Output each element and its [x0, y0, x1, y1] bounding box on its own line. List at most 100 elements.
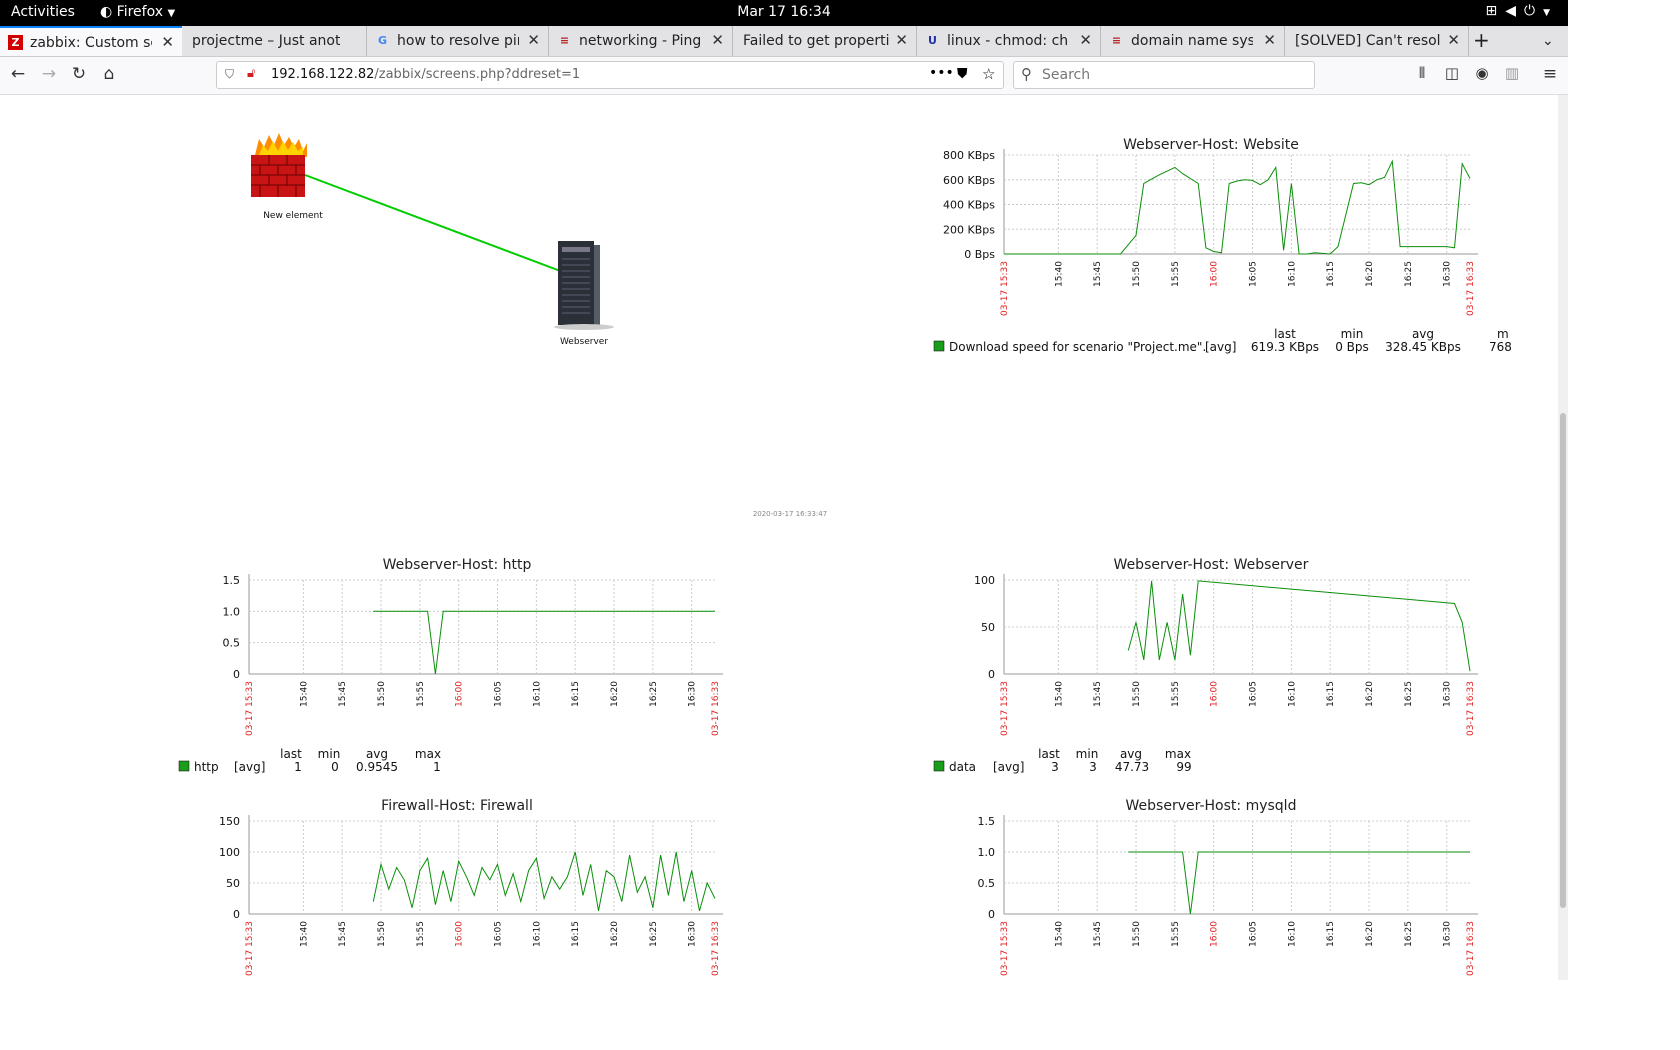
tab-solved-resolve[interactable]: [SOLVED] Can't resolve ✕ — [1285, 26, 1469, 56]
x-tick-label: 16:20 — [610, 681, 620, 707]
reader-icon[interactable]: ▥ — [1501, 64, 1523, 82]
graph-plot: 1.5 1.0 0.5 0 03-17 15:33 15:40 15:45 15:50 15:… — [223, 574, 723, 736]
x-tick-label: 15:55 — [416, 681, 426, 707]
home-button[interactable]: ⌂ — [98, 64, 120, 84]
tab-failed-properties[interactable]: Failed to get properties ✕ — [733, 26, 917, 56]
y-tick-label: 1.5 — [978, 815, 996, 828]
reload-button[interactable]: ↻ — [68, 64, 90, 84]
legend-header: min — [1341, 327, 1364, 341]
app-menu-button[interactable]: ◐ Firefox ▼ — [100, 4, 175, 20]
legend-max: 99 — [1176, 760, 1191, 774]
tab-projectme[interactable]: projectme – Just anothe — [182, 26, 367, 56]
forward-button[interactable]: → — [38, 64, 60, 84]
x-tick-label: 16:25 — [1404, 261, 1414, 287]
close-icon[interactable]: ✕ — [895, 31, 908, 49]
x-tick-label: 16:20 — [1365, 921, 1375, 947]
x-tick-label: 15:40 — [299, 921, 309, 947]
x-tick-label: 15:55 — [416, 921, 426, 947]
server-icon[interactable] — [554, 241, 614, 330]
x-tick-label: 16:30 — [1443, 921, 1453, 947]
x-tick-label: 15:45 — [338, 921, 348, 947]
legend-header: min — [318, 747, 341, 761]
scrollbar-thumb[interactable] — [1560, 413, 1566, 908]
x-tick-label: 15:40 — [299, 681, 309, 707]
back-button[interactable]: ← — [7, 64, 29, 84]
legend-func: [avg] — [234, 760, 265, 774]
y-tick-label: 0.5 — [978, 877, 996, 890]
y-tick-label: 0.5 — [223, 637, 241, 650]
pocket-icon[interactable]: ⛊ — [957, 66, 968, 82]
insecure-lock-icon[interactable]: 🔓︎ — [247, 66, 255, 81]
library-icon[interactable]: ⫴ — [1411, 64, 1433, 82]
search-icon: ⚲ — [1021, 65, 1032, 83]
x-tick-label: 03-17 15:33 — [1000, 261, 1010, 316]
series-line — [373, 610, 715, 675]
x-tick-label: 15:40 — [1054, 681, 1064, 707]
app-menu-label: Firefox — [116, 4, 164, 20]
unix-icon: U — [928, 34, 937, 47]
graph-firewall[interactable]: Firewall-Host: Firewall 150 100 50 0 03-17 … — [219, 798, 723, 976]
zabbix-icon: Z — [8, 35, 23, 50]
power-icon: ⏻ — [1524, 3, 1544, 19]
close-icon[interactable]: ✕ — [1263, 31, 1276, 49]
sidebar-icon[interactable]: ◫ — [1441, 64, 1463, 82]
graph-title: Webserver-Host: Website — [1123, 137, 1299, 153]
page-scrollbar[interactable] — [1558, 95, 1568, 980]
url-text[interactable]: 192.168.122.82/zabbix/screens.php?ddrese… — [271, 67, 580, 82]
zabbix-screen: New element Webserver Webserver-Host: We… — [178, 133, 1512, 976]
y-tick-label: 1.0 — [223, 605, 241, 618]
clock[interactable]: Mar 17 16:34 — [0, 4, 1568, 20]
close-icon[interactable]: ✕ — [527, 31, 540, 49]
new-tab-button[interactable]: + — [1473, 28, 1501, 58]
x-tick-label: 16:10 — [1287, 261, 1297, 287]
legend-header: m — [1497, 327, 1509, 341]
x-tick-label: 16:10 — [1287, 681, 1297, 707]
legend-swatch — [933, 340, 945, 352]
tab-title: networking - Ping: se — [579, 33, 701, 49]
page-actions-icon[interactable]: ••• — [929, 65, 954, 81]
x-tick-label: 16:05 — [494, 681, 504, 707]
system-status-area[interactable]: ⊞◀⏻▼ — [1485, 3, 1558, 19]
legend-header: last — [280, 747, 302, 761]
url-bar[interactable]: ⛉ 🔓︎ 192.168.122.82/zabbix/screens.php?d… — [216, 61, 1004, 89]
close-icon[interactable]: ✕ — [1079, 31, 1092, 49]
x-tick-label: 15:50 — [377, 921, 387, 947]
map-link[interactable] — [304, 174, 572, 276]
legend-header: avg — [366, 747, 388, 761]
close-icon[interactable]: ✕ — [161, 33, 174, 51]
x-tick-label: 15:45 — [1093, 681, 1103, 707]
tab-networking-ping[interactable]: ≡ networking - Ping: se ✕ — [549, 26, 733, 56]
graph-mysqld[interactable]: Webserver-Host: mysqld 1.5 1.0 0.5 0 03-17 … — [978, 798, 1479, 976]
x-tick-label: 16:10 — [532, 681, 542, 707]
legend-swatch — [933, 760, 945, 772]
menu-icon[interactable]: ≡ — [1539, 64, 1561, 84]
x-tick-label: 16:05 — [494, 921, 504, 947]
firewall-icon[interactable] — [251, 133, 307, 197]
close-icon[interactable]: ✕ — [1447, 31, 1460, 49]
x-tick-label: 16:05 — [1249, 921, 1259, 947]
tab-domain-name-system[interactable]: ≡ domain name system ✕ — [1101, 26, 1285, 56]
tab-zabbix[interactable]: Z zabbix: Custom scree ✕ — [0, 26, 182, 56]
legend-header: avg — [1412, 327, 1434, 341]
bookmark-star-icon[interactable]: ☆ — [982, 65, 995, 83]
y-tick-label: 50 — [226, 877, 240, 890]
legend-last: 619.3 KBps — [1251, 340, 1319, 354]
legend-header: last — [1038, 747, 1060, 761]
tab-google-ping[interactable]: G how to resolve ping: ✕ — [367, 26, 549, 56]
y-tick-label: 0 — [988, 668, 995, 681]
account-icon[interactable]: ◉ — [1471, 64, 1493, 82]
shield-icon[interactable]: ⛉ — [225, 67, 234, 82]
x-tick-label: 15:40 — [1054, 261, 1064, 287]
graph-webserver[interactable]: Webserver-Host: Webserver 100 50 0 03-17 1… — [933, 557, 1478, 774]
stackexchange-icon: ≡ — [1111, 34, 1122, 47]
activities-button[interactable]: Activities — [11, 4, 75, 20]
graph-website[interactable]: Webserver-Host: Website 800 KBps 600 KBps… — [933, 137, 1512, 354]
x-tick-label: 15:55 — [1171, 261, 1181, 287]
screen-timestamp: 2020-03-17 16:33:47 — [753, 510, 827, 518]
legend-name: Download speed for scenario "Project.me"… — [949, 340, 1206, 354]
graph-http[interactable]: Webserver-Host: http 1.5 1.0 0.5 0 03-17 15… — [178, 557, 723, 774]
tab-linux-chmod[interactable]: U linux - chmod: chang ✕ — [917, 26, 1101, 56]
close-icon[interactable]: ✕ — [711, 31, 724, 49]
search-input[interactable]: ⚲ Search — [1013, 61, 1315, 89]
network-map: New element Webserver — [251, 133, 614, 347]
